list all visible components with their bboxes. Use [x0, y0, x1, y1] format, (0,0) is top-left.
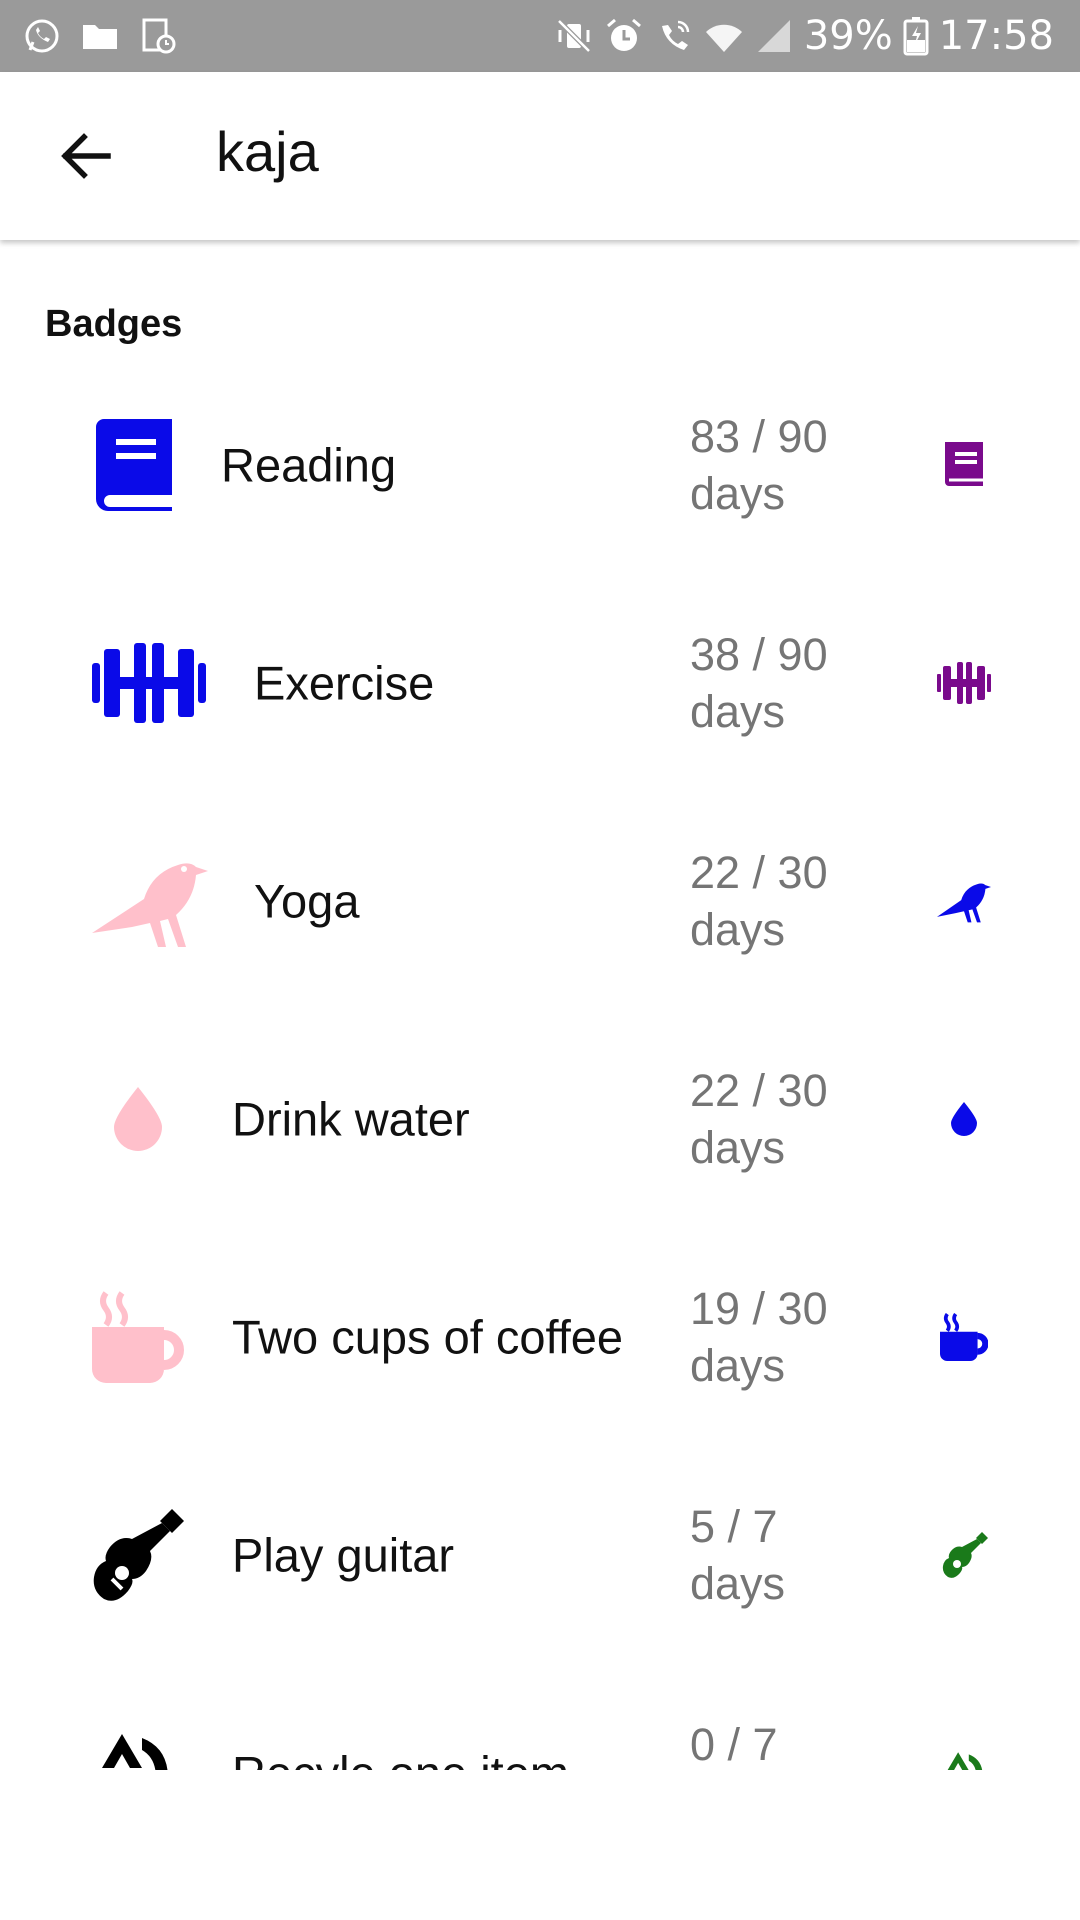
badge-row-coffee[interactable]: Two cups of coffee 19 / 30 days: [0, 1228, 1080, 1446]
battery-percent: 39%: [803, 13, 893, 59]
badge-row-reading[interactable]: Reading 83 / 90 days: [0, 356, 1080, 574]
guitar-icon: [942, 1532, 988, 1578]
battery-icon: [903, 16, 929, 56]
whatsapp-icon: [22, 16, 62, 56]
badge-row-yoga[interactable]: Yoga 22 / 30 days: [0, 792, 1080, 1010]
dumbbell-icon: [92, 643, 206, 723]
status-bar: 39% 17:58: [0, 0, 1080, 72]
badge-row-exercise[interactable]: Exercise 38 / 90 days: [0, 574, 1080, 792]
coffee-cup-icon: [940, 1313, 988, 1361]
badge-name: Drink water: [232, 1092, 470, 1146]
badge-name: Play guitar: [232, 1528, 455, 1582]
alarm-icon: [604, 16, 644, 56]
status-bar-left-icons: [22, 16, 178, 56]
badge-progress: 83 / 90 days: [690, 411, 828, 519]
folder-icon: [80, 16, 120, 56]
badge-progress: 0 / 7 days: [690, 1719, 778, 1770]
section-header-badges: Badges: [45, 303, 183, 345]
badges-list: Badges Reading 83 / 90 days Exercise 38 …: [0, 240, 1080, 1770]
page-title: kaja: [216, 120, 319, 183]
water-drop-icon: [951, 1102, 977, 1136]
coffee-cup-icon: [92, 1291, 184, 1383]
badge-progress: 38 / 90 days: [690, 629, 828, 737]
badge-progress: 5 / 7 days: [690, 1501, 786, 1609]
app-bar: kaja: [0, 72, 1080, 240]
recycle-icon: [92, 1728, 174, 1770]
badge-row-recycle[interactable]: Recyle one item 0 / 7 days: [0, 1664, 1080, 1770]
recycle-icon: [942, 1749, 986, 1770]
badge-name: Recyle one item: [232, 1746, 569, 1771]
dumbbell-icon: [937, 656, 991, 710]
status-bar-right-icons: 39% 17:58: [554, 0, 1054, 72]
clock-time: 17:58: [938, 13, 1054, 59]
badge-name: Two cups of coffee: [232, 1310, 624, 1364]
wifi-calling-icon: [654, 16, 694, 56]
badge-name: Exercise: [254, 656, 435, 710]
arrow-back-icon[interactable]: [54, 124, 118, 188]
water-drop-icon: [114, 1087, 162, 1151]
badge-progress: 22 / 30 days: [690, 847, 828, 955]
wifi-icon: [704, 16, 744, 56]
book-icon: [937, 438, 991, 492]
badge-progress: 22 / 30 days: [690, 1065, 828, 1173]
badge-name: Reading: [221, 438, 397, 492]
bird-icon: [937, 874, 991, 928]
badge-name: Yoga: [254, 874, 360, 928]
guitar-icon: [92, 1509, 184, 1601]
signal-icon: [754, 16, 794, 56]
badge-row-play-guitar[interactable]: Play guitar 5 / 7 days: [0, 1446, 1080, 1664]
book-icon: [92, 419, 172, 511]
bottom-blank-area: [0, 1770, 1080, 1920]
badge-row-drink-water[interactable]: Drink water 22 / 30 days: [0, 1010, 1080, 1228]
badge-progress: 19 / 30 days: [690, 1283, 828, 1391]
bird-icon: [92, 855, 208, 947]
vibrate-mute-icon: [554, 16, 594, 56]
document-clock-icon: [138, 16, 178, 56]
